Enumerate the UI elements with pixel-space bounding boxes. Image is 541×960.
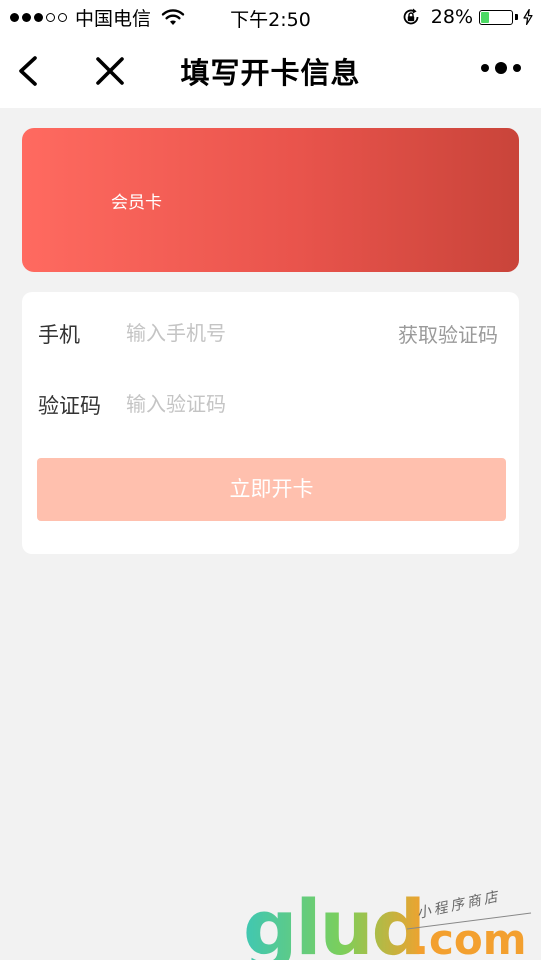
- get-code-button[interactable]: 获取验证码: [398, 319, 498, 348]
- charging-bolt-icon: [523, 9, 533, 25]
- open-card-button[interactable]: 立即开卡: [37, 458, 506, 521]
- code-input[interactable]: [126, 386, 366, 422]
- navigation-bar: 填写开卡信息: [0, 34, 541, 108]
- svg-text:glud: glud: [243, 883, 424, 960]
- more-options-icon[interactable]: [481, 62, 521, 74]
- svg-text:.com: .com: [413, 915, 526, 960]
- glud-watermark-logo: glud .com 小程序商店: [243, 883, 532, 960]
- phone-row: 手机 获取验证码: [22, 313, 519, 353]
- rotation-lock-icon: [403, 8, 419, 25]
- battery-percent: 28%: [430, 6, 473, 28]
- membership-card: 会员卡: [22, 128, 519, 272]
- phone-label: 手机: [38, 323, 80, 347]
- status-right: 28%: [401, 5, 533, 29]
- status-bar: 中国电信 下午2:50 28%: [0, 0, 541, 34]
- battery-tip: [515, 14, 518, 20]
- page-title: 填写开卡信息: [180, 56, 361, 90]
- card-title: 会员卡: [111, 193, 162, 213]
- open-card-form: 手机 获取验证码 验证码 立即开卡: [22, 292, 519, 554]
- code-row: 验证码: [22, 384, 519, 424]
- code-label: 验证码: [38, 394, 101, 418]
- battery-icon: [479, 9, 513, 25]
- phone-input[interactable]: [126, 315, 366, 351]
- battery-level: [481, 11, 490, 23]
